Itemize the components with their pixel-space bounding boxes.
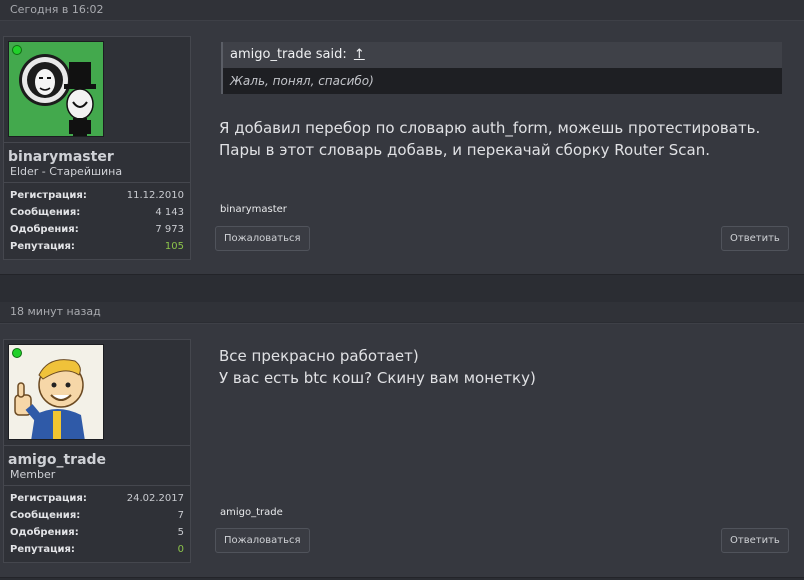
user-panel: binarymaster Elder - Старейшина Регистра… [3,36,191,260]
post-date: Сегодня в 16:02 [0,0,804,20]
avatar[interactable] [8,41,104,137]
stat-value: 4 143 [155,207,184,218]
stat-label: Сообщения: [10,510,81,521]
avatar[interactable] [8,344,104,440]
stat-value: 5 [177,527,184,538]
post-date: 18 минут назад [0,302,804,322]
quote-text: Жаль, понял, спасибо) [223,68,782,94]
quote-header: amigo_trade said: ↑ [223,42,782,68]
stat-approvals: Одобрения: 5 [10,524,184,541]
message-line: Пары в этот словарь добавь, и перекачай … [219,141,710,159]
stat-label: Репутация: [10,241,75,252]
go-to-quote-icon[interactable]: ↑ [354,47,365,62]
reply-button[interactable]: Ответить [721,226,789,251]
stat-label: Регистрация: [10,190,87,201]
stat-value: 24.02.2017 [126,493,184,504]
message-body: Я добавил перебор по словарю auth_form, … [219,117,760,161]
user-title: Member [10,468,56,481]
stat-registration: Регистрация: 24.02.2017 [10,490,184,507]
stat-value: 11.12.2010 [126,190,184,201]
quote-author: amigo_trade said: [230,47,347,62]
message-line: Все прекрасно работает) [219,347,419,365]
stat-messages: Сообщения: 7 [10,507,184,524]
user-stats: Регистрация: 24.02.2017 Сообщения: 7 Одо… [4,485,190,562]
avatar-box [4,37,190,142]
user-title: Elder - Старейшина [10,165,123,178]
stat-reputation: Репутация: 0 [10,541,184,558]
report-button[interactable]: Пожаловаться [215,226,310,251]
stat-reputation: Репутация: 105 [10,238,184,255]
stat-value: 105 [164,241,184,252]
stat-label: Одобрения: [10,224,79,235]
anonymous-mask-avatar-icon [9,42,103,136]
stat-label: Сообщения: [10,207,81,218]
stat-registration: Регистрация: 11.12.2010 [10,187,184,204]
stat-label: Регистрация: [10,493,87,504]
username-link[interactable]: binarymaster [4,142,190,165]
stat-label: Репутация: [10,544,75,555]
user-panel: amigo_trade Member Регистрация: 24.02.20… [3,339,191,563]
avatar-box [4,340,190,445]
message-body: Все прекрасно работает) У вас есть btc к… [219,345,536,389]
stat-messages: Сообщения: 4 143 [10,204,184,221]
report-button[interactable]: Пожаловаться [215,528,310,553]
stat-value: 7 [177,510,184,521]
post: binarymaster Elder - Старейшина Регистра… [0,20,804,275]
stat-value: 7 973 [155,224,184,235]
user-stats: Регистрация: 11.12.2010 Сообщения: 4 143… [4,182,190,259]
signature: binarymaster [220,204,287,215]
reply-button[interactable]: Ответить [721,528,789,553]
vault-boy-avatar-icon [9,345,103,439]
stat-value: 0 [177,544,184,555]
post: amigo_trade Member Регистрация: 24.02.20… [0,323,804,578]
signature: amigo_trade [220,507,283,518]
stat-label: Одобрения: [10,527,79,538]
quote-block: amigo_trade said: ↑ Жаль, понял, спасибо… [221,42,782,94]
online-indicator-icon [12,45,22,55]
online-indicator-icon [12,348,22,358]
stat-approvals: Одобрения: 7 973 [10,221,184,238]
username-link[interactable]: amigo_trade [4,445,190,468]
message-line: У вас есть btc кош? Скину вам монетку) [219,369,536,387]
message-line: Я добавил перебор по словарю auth_form, … [219,119,761,137]
